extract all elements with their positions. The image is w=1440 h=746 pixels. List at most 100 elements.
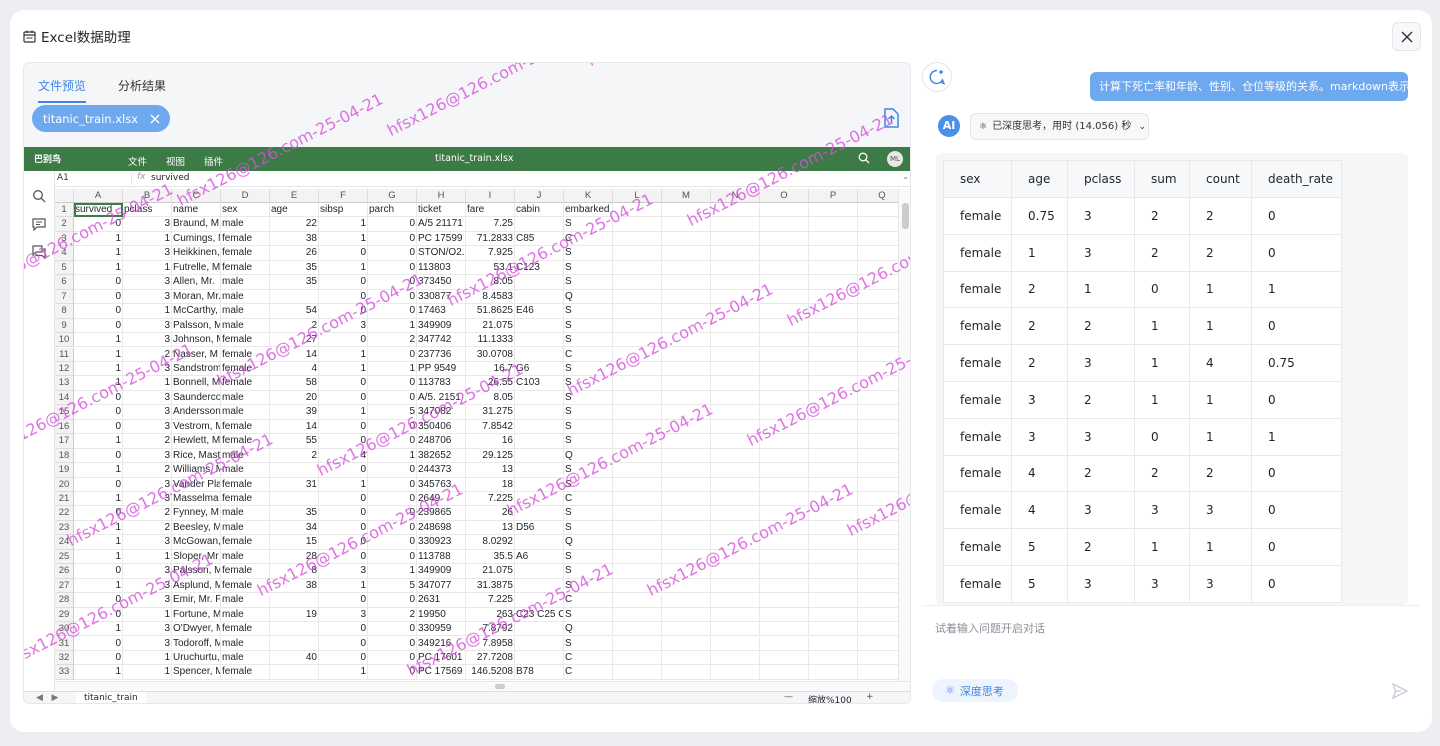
menu-file[interactable]: 文件 xyxy=(128,154,147,168)
zoom-in-button[interactable]: + xyxy=(866,692,874,702)
table-cell[interactable]: C85 xyxy=(515,231,564,247)
table-cell[interactable]: 0 xyxy=(319,419,368,435)
table-cell[interactable]: male xyxy=(221,549,270,565)
table-cell[interactable]: 3 xyxy=(123,333,172,348)
table-cell[interactable]: 0 xyxy=(74,448,123,464)
header-cell[interactable]: pclass xyxy=(123,203,172,218)
table-cell[interactable]: 0 xyxy=(368,304,417,319)
table-cell[interactable]: male xyxy=(221,448,270,464)
row-header[interactable]: 30 xyxy=(55,622,74,637)
table-cell[interactable]: male xyxy=(221,520,270,536)
table-cell[interactable]: 0 xyxy=(368,665,417,680)
table-cell[interactable]: male xyxy=(221,304,270,319)
table-cell[interactable] xyxy=(515,448,564,464)
column-header-i[interactable]: I xyxy=(466,189,515,203)
row-header[interactable]: 32 xyxy=(55,650,74,666)
row-header[interactable]: 8 xyxy=(55,304,74,319)
table-cell[interactable] xyxy=(858,434,898,449)
table-cell[interactable] xyxy=(613,361,662,377)
table-cell[interactable] xyxy=(711,419,760,435)
table-cell[interactable]: 373450 xyxy=(417,275,466,290)
table-cell[interactable]: S xyxy=(564,477,613,492)
table-cell[interactable]: 5 xyxy=(368,578,417,594)
table-cell[interactable]: 0 xyxy=(319,535,368,550)
table-cell[interactable]: 248698 xyxy=(417,520,466,536)
table-cell[interactable] xyxy=(809,520,858,536)
table-cell[interactable] xyxy=(809,448,858,464)
table-cell[interactable] xyxy=(711,217,760,232)
table-cell[interactable]: male xyxy=(221,318,270,334)
table-cell[interactable] xyxy=(711,376,760,391)
table-cell[interactable]: 0 xyxy=(319,434,368,449)
column-header-m[interactable]: M xyxy=(662,189,711,203)
table-cell[interactable]: 0 xyxy=(368,506,417,521)
table-cell[interactable] xyxy=(711,434,760,449)
table-cell[interactable] xyxy=(270,492,319,507)
table-cell[interactable]: female xyxy=(221,231,270,247)
table-cell[interactable]: S xyxy=(564,246,613,261)
table-cell[interactable]: 13 xyxy=(466,463,515,478)
column-header-c[interactable]: C xyxy=(172,189,221,203)
table-cell[interactable] xyxy=(858,637,898,651)
table-cell[interactable]: S xyxy=(564,217,613,232)
column-header-a[interactable]: A xyxy=(74,189,123,203)
table-cell[interactable] xyxy=(809,535,858,550)
table-cell[interactable]: 0 xyxy=(368,650,417,666)
table-cell[interactable]: 8.05 xyxy=(466,390,515,406)
row-header[interactable]: 22 xyxy=(55,506,74,521)
table-cell[interactable]: 3 xyxy=(123,361,172,377)
table-cell[interactable]: 0 xyxy=(368,477,417,492)
table-cell[interactable]: 2 xyxy=(123,463,172,478)
table-cell[interactable] xyxy=(711,333,760,348)
table-cell[interactable]: 0 xyxy=(319,622,368,637)
table-cell[interactable] xyxy=(760,318,809,334)
table-cell[interactable] xyxy=(809,390,858,406)
table-cell[interactable] xyxy=(662,549,711,565)
table-cell[interactable] xyxy=(515,390,564,406)
table-cell[interactable]: female xyxy=(221,419,270,435)
header-cell[interactable] xyxy=(760,203,809,218)
table-cell[interactable] xyxy=(515,419,564,435)
table-cell[interactable] xyxy=(515,318,564,334)
table-cell[interactable] xyxy=(662,376,711,391)
table-cell[interactable] xyxy=(662,231,711,247)
table-cell[interactable]: 1 xyxy=(74,333,123,348)
table-cell[interactable]: 0 xyxy=(319,492,368,507)
table-cell[interactable] xyxy=(809,217,858,232)
table-cell[interactable]: Heikkinen, xyxy=(172,246,221,261)
table-cell[interactable]: 1 xyxy=(319,578,368,594)
table-cell[interactable] xyxy=(809,333,858,348)
table-cell[interactable] xyxy=(613,607,662,623)
table-cell[interactable]: 1 xyxy=(368,564,417,579)
table-cell[interactable]: 0 xyxy=(74,607,123,623)
table-cell[interactable]: 39 xyxy=(270,405,319,420)
table-cell[interactable] xyxy=(858,622,898,637)
table-cell[interactable]: S xyxy=(564,390,613,406)
table-cell[interactable]: 0 xyxy=(74,275,123,290)
table-cell[interactable] xyxy=(760,260,809,276)
table-cell[interactable] xyxy=(809,636,858,651)
table-cell[interactable]: 1 xyxy=(319,665,368,680)
table-cell[interactable]: 330959 xyxy=(417,622,466,637)
table-cell[interactable]: 0 xyxy=(368,231,417,247)
deep-think-button[interactable]: ⚛ 深度思考 xyxy=(932,679,1018,702)
table-cell[interactable] xyxy=(662,520,711,536)
table-cell[interactable]: 1 xyxy=(74,520,123,536)
table-cell[interactable]: 26 xyxy=(270,246,319,261)
table-cell[interactable]: 58 xyxy=(270,376,319,391)
table-cell[interactable] xyxy=(662,535,711,550)
table-cell[interactable] xyxy=(613,506,662,521)
table-cell[interactable] xyxy=(662,434,711,449)
table-cell[interactable]: 3 xyxy=(123,289,172,305)
table-cell[interactable]: female xyxy=(221,564,270,579)
table-cell[interactable] xyxy=(662,578,711,594)
table-cell[interactable]: 22 xyxy=(270,217,319,232)
table-cell[interactable] xyxy=(858,535,898,550)
table-cell[interactable]: male xyxy=(221,275,270,290)
table-cell[interactable]: 4 xyxy=(270,361,319,377)
table-cell[interactable]: S xyxy=(564,419,613,435)
table-cell[interactable]: 237736 xyxy=(417,347,466,362)
table-cell[interactable]: 35.5 xyxy=(466,549,515,565)
search-icon[interactable] xyxy=(32,188,46,203)
table-cell[interactable] xyxy=(711,231,760,247)
